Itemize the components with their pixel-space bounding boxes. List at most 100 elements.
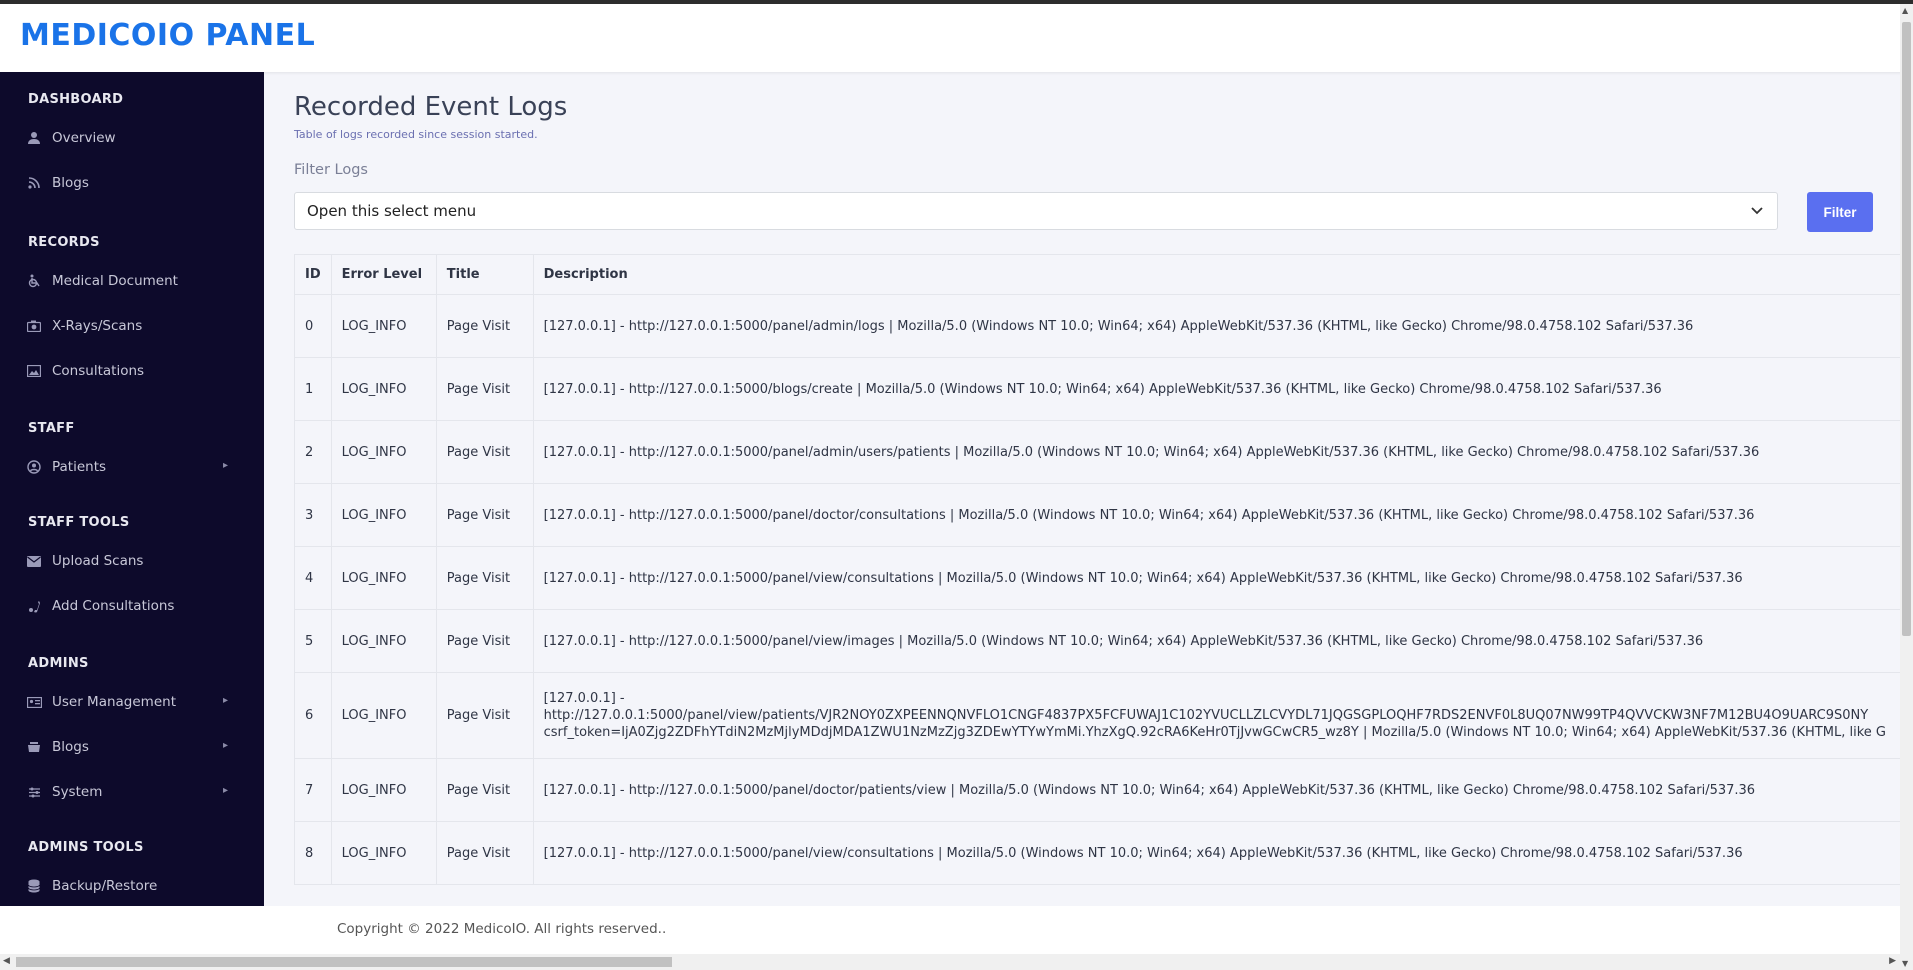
wheelchair-icon bbox=[26, 273, 42, 289]
cell-level: LOG_INFO bbox=[330, 420, 437, 484]
sidebar-item-consultations[interactable]: Consultations bbox=[0, 349, 264, 393]
cell-title: Page Visit bbox=[435, 672, 534, 759]
cell-title: Page Visit bbox=[435, 357, 534, 421]
user-icon bbox=[26, 130, 42, 146]
horizontal-scroll-thumb[interactable] bbox=[16, 957, 672, 967]
vertical-scrollbar[interactable]: ▲ ▼ bbox=[1900, 4, 1913, 970]
cell-id: 4 bbox=[294, 546, 332, 610]
database-icon bbox=[26, 878, 42, 894]
user-circle-icon bbox=[26, 459, 42, 475]
sidebar-item-upload-scans[interactable]: Upload Scans bbox=[0, 539, 264, 583]
image-icon bbox=[26, 363, 42, 379]
copyright-text: Copyright © 2022 MedicoIO. All rights re… bbox=[337, 921, 667, 937]
scroll-left-icon[interactable]: ◀ bbox=[3, 956, 10, 966]
page-subtitle: Table of logs recorded since session sta… bbox=[294, 128, 538, 141]
sidebar-item-medical-document[interactable]: Medical Document bbox=[0, 259, 264, 303]
envelope-icon bbox=[26, 553, 42, 569]
sidebar-item-patients[interactable]: Patients ▸ bbox=[0, 445, 264, 489]
sidebar-item-overview[interactable]: Overview bbox=[0, 116, 264, 160]
cell-title: Page Visit bbox=[435, 546, 534, 610]
layers-icon bbox=[26, 739, 42, 755]
cell-description: [127.0.0.1] - http://127.0.0.1:5000/pane… bbox=[532, 821, 1913, 885]
section-admins-tools: ADMINS TOOLS bbox=[28, 840, 144, 855]
table-row: 8 LOG_INFO Page Visit [127.0.0.1] - http… bbox=[294, 821, 1913, 885]
sidebar-item-label: Blogs bbox=[52, 739, 89, 755]
description-line: csrf_token=IjA0Zjg2ZDFhYTdiN2MzMjlyMDdjM… bbox=[543, 725, 1886, 740]
scroll-right-icon[interactable]: ▶ bbox=[1889, 956, 1896, 966]
sidebar-item-admin-blogs[interactable]: Blogs ▸ bbox=[0, 725, 264, 769]
scroll-down-icon[interactable]: ▼ bbox=[1902, 959, 1908, 968]
footer: Copyright © 2022 MedicoIO. All rights re… bbox=[0, 906, 1913, 954]
sidebar-item-label: Upload Scans bbox=[52, 553, 144, 569]
sidebar-item-label: Backup/Restore bbox=[52, 878, 158, 894]
sidebar-item-user-management[interactable]: User Management ▸ bbox=[0, 680, 264, 724]
cell-id: 3 bbox=[294, 483, 332, 547]
cell-id: 5 bbox=[294, 609, 332, 673]
sliders-icon bbox=[26, 784, 42, 800]
cell-description: [127.0.0.1] - http://127.0.0.1:5000/pane… bbox=[532, 758, 1913, 822]
sidebar-item-label: Consultations bbox=[52, 363, 145, 379]
vertical-scroll-thumb[interactable] bbox=[1902, 22, 1911, 636]
page-title: Recorded Event Logs bbox=[294, 92, 568, 122]
sidebar-item-blogs[interactable]: Blogs bbox=[0, 161, 264, 205]
scroll-up-icon[interactable]: ▲ bbox=[1902, 6, 1908, 15]
cell-title: Page Visit bbox=[435, 758, 534, 822]
section-staff-tools: STAFF TOOLS bbox=[28, 515, 130, 530]
table-header-row: ID Error Level Title Description bbox=[294, 254, 1913, 295]
description-line: [127.0.0.1] - bbox=[543, 691, 625, 706]
column-header-title[interactable]: Title bbox=[435, 254, 534, 295]
chevron-down-icon bbox=[1749, 202, 1765, 218]
sidebar-item-xrays-scans[interactable]: X-Rays/Scans bbox=[0, 304, 264, 348]
camera-icon bbox=[26, 318, 42, 334]
section-admins: ADMINS bbox=[28, 656, 89, 671]
table-row: 1 LOG_INFO Page Visit [127.0.0.1] - http… bbox=[294, 357, 1913, 421]
rss-icon bbox=[26, 175, 42, 191]
phone-icon bbox=[26, 598, 42, 614]
cell-description: [127.0.0.1] - http://127.0.0.1:5000/blog… bbox=[532, 357, 1913, 421]
cell-level: LOG_INFO bbox=[330, 546, 437, 610]
sidebar-item-label: Medical Document bbox=[52, 273, 178, 289]
logs-table: ID Error Level Title Description 0 LOG_I… bbox=[294, 254, 1913, 885]
sidebar-item-system[interactable]: System ▸ bbox=[0, 770, 264, 814]
id-card-icon bbox=[26, 694, 42, 710]
sidebar-item-label: System bbox=[52, 784, 103, 800]
main-content: Recorded Event Logs Table of logs record… bbox=[264, 72, 1913, 906]
sidebar-item-label: Add Consultations bbox=[52, 598, 175, 614]
cell-title: Page Visit bbox=[435, 420, 534, 484]
cell-level: LOG_INFO bbox=[330, 821, 437, 885]
table-row: 4 LOG_INFO Page Visit [127.0.0.1] - http… bbox=[294, 546, 1913, 610]
cell-level: LOG_INFO bbox=[330, 758, 437, 822]
cell-level: LOG_INFO bbox=[330, 483, 437, 547]
sidebar-item-label: Overview bbox=[52, 130, 116, 146]
column-header-description[interactable]: Description bbox=[532, 254, 1913, 295]
top-header: MEDICOIO PANEL bbox=[0, 0, 1913, 72]
filter-label: Filter Logs bbox=[294, 162, 368, 178]
sidebar-item-add-consultations[interactable]: Add Consultations bbox=[0, 584, 264, 628]
cell-id: 7 bbox=[294, 758, 332, 822]
cell-title: Page Visit bbox=[435, 294, 534, 358]
description-line: http://127.0.0.1:5000/panel/view/patient… bbox=[543, 708, 1869, 723]
table-row: 2 LOG_INFO Page Visit [127.0.0.1] - http… bbox=[294, 420, 1913, 484]
cell-description: [127.0.0.1] - http://127.0.0.1:5000/pane… bbox=[532, 294, 1913, 358]
column-header-id[interactable]: ID bbox=[294, 254, 332, 295]
filter-button[interactable]: Filter bbox=[1807, 192, 1873, 232]
sidebar-item-label: Blogs bbox=[52, 175, 89, 191]
section-staff: STAFF bbox=[28, 421, 75, 436]
chevron-right-icon: ▸ bbox=[222, 785, 228, 796]
column-header-error-level[interactable]: Error Level bbox=[330, 254, 437, 295]
brand-logo[interactable]: MEDICOIO PANEL bbox=[20, 18, 315, 53]
filter-select-value: Open this select menu bbox=[307, 202, 477, 220]
cell-title: Page Visit bbox=[435, 609, 534, 673]
chevron-right-icon: ▸ bbox=[222, 740, 228, 751]
chevron-right-icon: ▸ bbox=[222, 460, 228, 471]
filter-select[interactable]: Open this select menu bbox=[294, 192, 1778, 230]
cell-id: 2 bbox=[294, 420, 332, 484]
section-dashboard: DASHBOARD bbox=[28, 92, 124, 107]
table-row: 7 LOG_INFO Page Visit [127.0.0.1] - http… bbox=[294, 758, 1913, 822]
horizontal-scrollbar[interactable]: ◀ ▶ bbox=[0, 954, 1900, 970]
cell-id: 0 bbox=[294, 294, 332, 358]
sidebar-item-backup-restore[interactable]: Backup/Restore bbox=[0, 864, 264, 906]
cell-level: LOG_INFO bbox=[330, 609, 437, 673]
cell-level: LOG_INFO bbox=[330, 672, 437, 759]
sidebar-item-label: Patients bbox=[52, 459, 107, 475]
